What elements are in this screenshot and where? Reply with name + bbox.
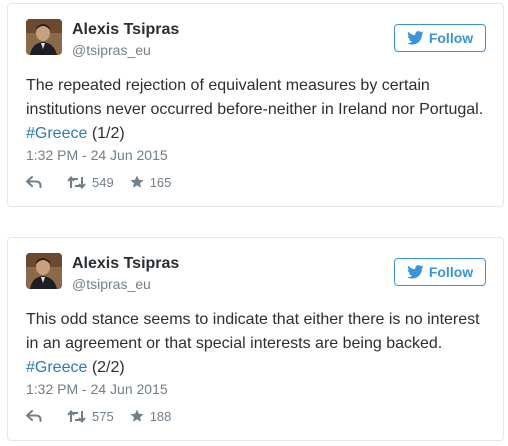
tweet-text-line: This odd stance seems to indicate that e… [26,311,480,328]
retweet-button[interactable]: 575 [67,409,114,424]
tweet-text-line: The repeated rejection of equivalent mea… [26,77,430,94]
timestamp-link[interactable]: 1:32 PM - 24 Jun 2015 [26,381,168,397]
avatar[interactable] [26,19,62,55]
hashtag-link[interactable]: #Greece [26,125,87,142]
author-handle[interactable]: @tsipras_eu [72,42,151,58]
tweet-text-line: institutions never occurred before-neith… [26,101,484,118]
reply-icon [26,410,42,422]
retweet-count: 549 [92,174,114,190]
tweet-card: Alexis Tsipras @tsipras_eu Follow The re… [7,3,504,207]
author-name[interactable]: Alexis Tsipras [72,255,179,273]
follow-label: Follow [428,264,474,280]
follow-button[interactable]: Follow [394,258,486,286]
star-icon [130,175,144,189]
tweet-text-line: in an agreement or that special interest… [26,335,443,352]
retweet-icon [67,175,86,189]
tweet-suffix: (2/2) [87,359,125,376]
tweet-actions: 549 165 [26,172,171,192]
tweet-text: This odd stance seems to indicate that e… [26,308,496,380]
reply-icon [26,176,42,188]
author-handle[interactable]: @tsipras_eu [72,276,151,292]
tweet-card: Alexis Tsipras @tsipras_eu Follow This o… [7,237,504,441]
tweet-text: The repeated rejection of equivalent mea… [26,74,496,146]
twitter-bird-icon [406,31,424,45]
reply-button[interactable] [26,410,42,422]
tweet-suffix: (1/2) [87,125,125,142]
retweet-icon [67,409,86,423]
retweet-button[interactable]: 549 [67,175,114,190]
author-name[interactable]: Alexis Tsipras [72,21,179,39]
hashtag-link[interactable]: #Greece [26,359,87,376]
timestamp-link[interactable]: 1:32 PM - 24 Jun 2015 [26,147,168,163]
tweet-text-line: #Greece (1/2) [26,122,496,146]
favorite-button[interactable]: 188 [130,408,172,424]
follow-label: Follow [428,30,474,46]
twitter-bird-icon [406,265,424,279]
favorite-count: 165 [149,174,172,190]
reply-button[interactable] [26,176,42,188]
tweet-actions: 575 188 [26,406,171,426]
favorite-button[interactable]: 165 [130,174,172,190]
avatar[interactable] [26,253,62,289]
follow-button[interactable]: Follow [394,24,486,52]
star-icon [130,409,144,423]
retweet-count: 575 [92,408,114,424]
favorite-count: 188 [149,408,172,424]
tweet-text-line: #Greece (2/2) [26,356,496,380]
